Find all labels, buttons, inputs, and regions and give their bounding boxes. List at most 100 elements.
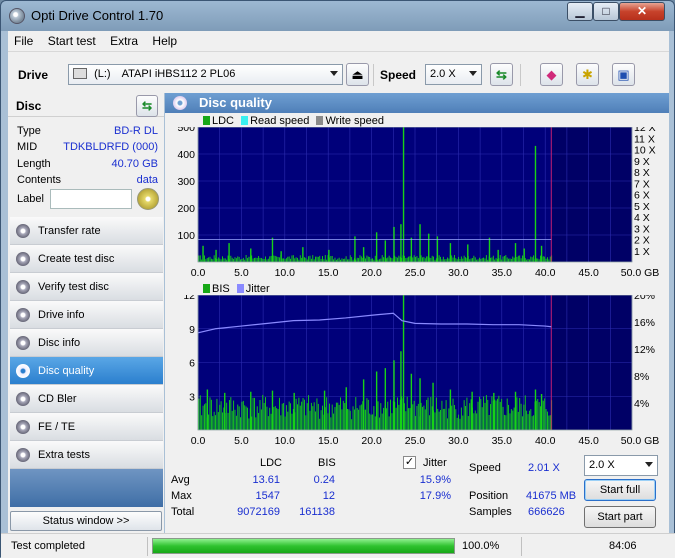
menu-start-test[interactable]: Start test [42,31,101,48]
data-bar [483,396,485,430]
save-button[interactable]: ▣ [612,63,635,86]
nav-item-verify-test-disc[interactable]: Verify test disc [10,273,163,301]
ldc-swatch [203,116,210,125]
menu-extra[interactable]: Extra [104,31,143,48]
data-spike [375,371,378,430]
menu-file[interactable]: File [8,31,38,48]
data-bar [453,405,455,430]
app-window: Opti Drive Control 1.70 ▁ □ ✕ File Start… [0,0,675,558]
data-bar [484,258,486,262]
data-spike [250,248,252,262]
data-bar [478,257,480,262]
nav-item-extra-tests[interactable]: Extra tests [10,441,163,469]
data-bar [303,257,305,262]
disc-label-input[interactable] [50,189,132,209]
data-bar [397,397,398,430]
speed-select[interactable]: 2.0 X [425,64,482,85]
y-right-tick-label: 7 X [634,178,650,190]
eject-button[interactable]: ⏏ [346,63,369,86]
data-bar [451,255,453,262]
drive-select[interactable]: (L:) ATAPI iHBS112 2 PL06 [68,64,343,85]
data-bar [480,258,482,262]
data-bar [516,257,518,262]
data-bar [310,402,312,430]
data-bar [222,256,223,262]
maximize-button[interactable]: □ [593,2,619,21]
data-bar [547,411,548,430]
disc-label-button[interactable] [137,188,159,210]
nav-item-disc-quality[interactable]: Disc quality [10,357,163,385]
stats-total-bis: 161138 [299,506,335,518]
data-spike [250,391,252,430]
data-bar [217,257,219,262]
data-bar [203,404,205,430]
position-label: Position [469,490,509,502]
data-bar [526,410,528,430]
y-right-tick-label: 3 X [634,223,650,235]
data-bar [347,408,348,430]
nav-item-disc-info[interactable]: Disc info [10,329,163,357]
data-bar [441,400,443,430]
data-bar [369,413,371,430]
x-tick-label: 20.0 [361,267,382,279]
legend-bis: BIS [212,283,230,295]
status-window-button[interactable]: Status window >> [10,511,162,531]
data-bar [338,404,340,430]
data-bar [448,408,450,430]
nav-item-fe-te[interactable]: FE / TE [10,413,163,441]
nav-item-label: Transfer rate [38,225,101,237]
jitter-checkbox[interactable]: ✓ [403,456,416,469]
data-bar [335,402,337,430]
settings-button[interactable]: ✱ [576,63,599,86]
x-tick-label: 40.0 [535,267,556,279]
menu-help[interactable]: Help [146,31,182,48]
data-bar [253,397,255,430]
data-bar [531,257,533,262]
data-bar [423,256,425,262]
data-bar [294,258,296,262]
refresh-speed-button[interactable]: ⇆ [490,63,513,86]
ldc-chart: 0.0 5.0 10.0 15.0 20.0 25.0 30.0 35.0 40.0 45.0 50… [177,127,659,279]
data-bar [453,255,455,262]
data-bar [444,408,446,430]
data-bar [481,258,483,262]
data-bar [220,401,222,430]
nav-item-drive-info[interactable]: Drive info [10,301,163,329]
data-bar [341,258,343,262]
nav-item-cd-bler[interactable]: CD Bler [10,385,163,413]
data-bar [530,256,532,262]
data-bar [306,403,308,430]
data-spike [393,360,395,430]
erase-button[interactable]: ◆ [540,63,563,86]
gears-icon: ✱ [582,67,593,82]
data-bar [217,412,219,430]
start-part-button[interactable]: Start part [584,506,656,528]
disc-icon [16,364,30,378]
data-bar [208,257,210,262]
data-bar [315,411,316,430]
data-spike [534,389,537,430]
start-full-button[interactable]: Start full [584,479,656,501]
data-bar [262,258,264,262]
data-bar [420,255,422,262]
data-spike [375,232,378,262]
data-bar [510,409,512,430]
data-bar [495,258,497,262]
minimize-button[interactable]: ▁ [567,2,593,21]
stats-avg-label: Avg [171,474,190,486]
data-spike [271,237,274,262]
refresh-disc-button[interactable]: ⇆ [136,95,158,117]
speed-label: Speed [380,68,417,82]
data-bar [290,258,291,262]
close-button[interactable]: ✕ [619,2,665,21]
data-bar [199,255,201,262]
nav-item-create-test-disc[interactable]: Create test disc [10,245,163,273]
data-bar [340,397,341,430]
drive-label: Drive [18,68,49,82]
title-bar[interactable]: Opti Drive Control 1.70 ▁ □ ✕ [1,1,675,31]
disc-mid-value: TDKBLDRFD (000) [63,141,158,153]
nav-item-transfer-rate[interactable]: Transfer rate [10,217,163,245]
data-bar [255,417,257,430]
test-speed-select[interactable]: 2.0 X [584,455,658,476]
disc-mid-label: MID [17,141,38,153]
